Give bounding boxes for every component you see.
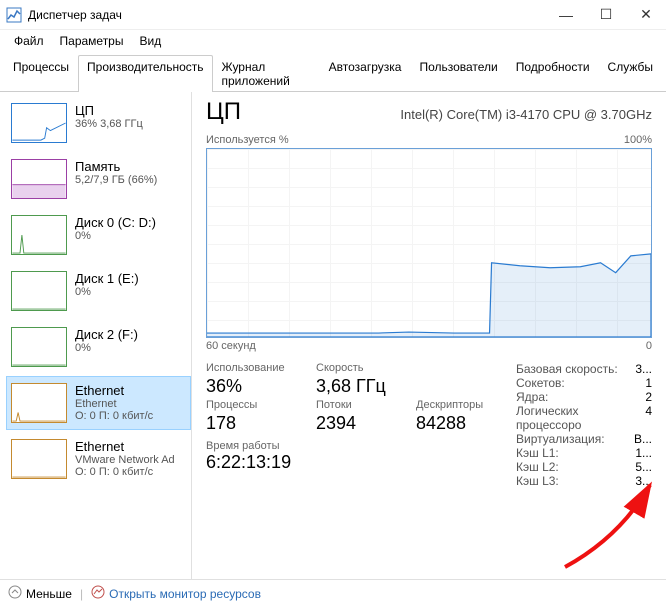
chart-top-right-label: 100% [624,134,652,146]
disk-thumb [11,271,67,311]
handles-value: 84288 [416,413,506,434]
sidebar-item-ethernet-0[interactable]: Ethernet Ethernet О: 0 П: 0 кбит/с [6,376,191,430]
cpu-thumb [11,103,67,143]
sidebar-item-cpu[interactable]: ЦП 36% 3,68 ГГц [6,96,191,150]
net-thumb [11,383,67,423]
tab-processes[interactable]: Процессы [4,55,78,92]
menu-view[interactable]: Вид [133,32,167,50]
tab-startup[interactable]: Автозагрузка [320,55,411,92]
usage-value: 36% [206,376,316,397]
sidebar-sub: 0% [75,286,139,298]
tab-performance[interactable]: Производительность [78,55,212,92]
title-bar: Диспетчер задач — ☐ ✕ [0,0,666,30]
chart-top-left-label: Используется % [206,134,289,146]
handles-label: Дескрипторы [416,399,506,411]
memory-thumb [11,159,67,199]
tab-bar: Процессы Производительность Журнал прило… [0,54,666,92]
sidebar-label: Память [75,159,157,174]
main-panel: ЦП Intel(R) Core(TM) i3-4170 CPU @ 3.70G… [192,92,666,579]
sidebar: ЦП 36% 3,68 ГГц Память 5,2/7,9 ГБ (66%) … [0,92,192,579]
minimize-button[interactable]: — [546,0,586,30]
cpu-usage-chart [206,148,652,338]
processes-value: 178 [206,413,316,434]
net-thumb [11,439,67,479]
sidebar-item-memory[interactable]: Память 5,2/7,9 ГБ (66%) [6,152,191,206]
fewer-details-button[interactable]: Меньше [26,587,72,601]
tab-app-history[interactable]: Журнал приложений [213,55,320,92]
chevron-up-icon[interactable] [8,585,22,602]
chart-bottom-left-label: 60 секунд [206,340,256,352]
resource-monitor-icon [91,585,105,602]
sidebar-sub: 0% [75,342,138,354]
sidebar-label: Диск 2 (F:) [75,327,138,342]
menu-file[interactable]: Файл [8,32,50,50]
open-resource-monitor-link[interactable]: Открыть монитор ресурсов [109,587,261,601]
footer-bar: Меньше | Открыть монитор ресурсов [0,579,666,607]
maximize-button[interactable]: ☐ [586,0,626,30]
sidebar-item-disk1[interactable]: Диск 1 (E:) 0% [6,264,191,318]
cpu-model-label: Intel(R) Core(TM) i3-4170 CPU @ 3.70GHz [400,107,652,122]
sidebar-item-ethernet-1[interactable]: Ethernet VMware Network Ad О: 0 П: 0 кби… [6,432,191,486]
sidebar-label: Ethernet [75,439,175,454]
tab-details[interactable]: Подробности [507,55,599,92]
sidebar-item-disk2[interactable]: Диск 2 (F:) 0% [6,320,191,374]
close-button[interactable]: ✕ [626,0,666,30]
disk-thumb [11,215,67,255]
chart-bottom-right-label: 0 [646,340,652,352]
sidebar-sub2: О: 0 П: 0 кбит/с [75,466,175,478]
speed-label: Скорость [316,362,416,374]
menu-options[interactable]: Параметры [54,32,130,50]
sidebar-sub2: О: 0 П: 0 кбит/с [75,410,153,422]
sidebar-label: Диск 1 (E:) [75,271,139,286]
disk-thumb [11,327,67,367]
tab-services[interactable]: Службы [599,55,662,92]
sidebar-sub: 36% 3,68 ГГц [75,118,143,130]
threads-value: 2394 [316,413,416,434]
app-icon [6,7,22,23]
speed-value: 3,68 ГГц [316,376,416,397]
sidebar-sub: Ethernet [75,398,153,410]
threads-label: Потоки [316,399,416,411]
processes-label: Процессы [206,399,316,411]
sidebar-label: Диск 0 (C: D:) [75,215,156,230]
sidebar-sub: 5,2/7,9 ГБ (66%) [75,174,157,186]
menu-bar: Файл Параметры Вид [0,30,666,52]
sidebar-sub: VMware Network Ad [75,454,175,466]
cpu-details-table: Базовая скорость:3... Сокетов:1 Ядра:2 Л… [516,362,652,488]
annotation-arrow-icon [550,477,660,577]
usage-label: Использование [206,362,316,374]
sidebar-sub: 0% [75,230,156,242]
sidebar-label: Ethernet [75,383,153,398]
page-title: ЦП [206,98,241,126]
tab-users[interactable]: Пользователи [410,55,506,92]
sidebar-item-disk0[interactable]: Диск 0 (C: D:) 0% [6,208,191,262]
window-title: Диспетчер задач [28,8,546,22]
sidebar-label: ЦП [75,103,143,118]
uptime-value: 6:22:13:19 [206,452,506,473]
uptime-label: Время работы [206,440,506,452]
